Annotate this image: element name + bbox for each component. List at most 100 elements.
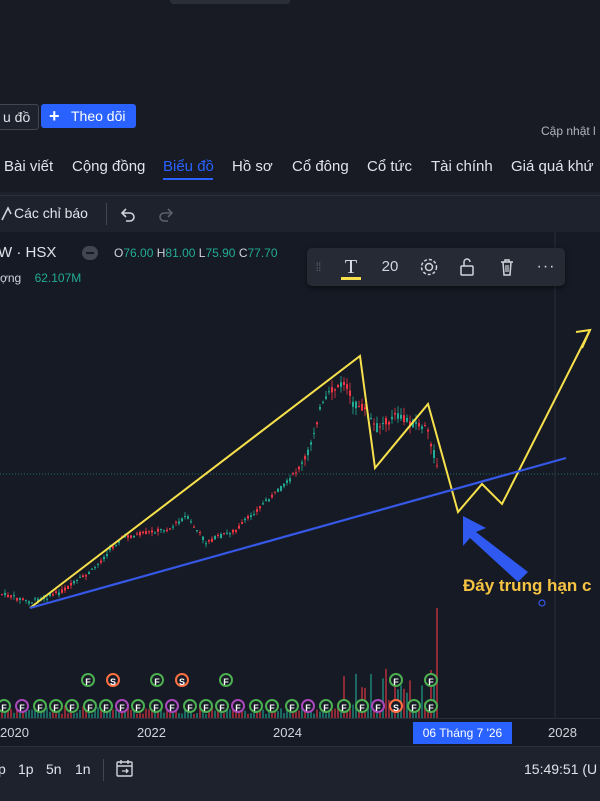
financial-event-icon[interactable]: F: [337, 699, 351, 713]
financial-event-icon[interactable]: F: [285, 699, 299, 713]
tab-history[interactable]: Giá quá khứ: [511, 158, 594, 175]
event-markers: FSFSFFFFFFFFFFFFFFFFFFFFFFFFFFSFF: [0, 670, 450, 718]
financial-event-icon[interactable]: F: [81, 673, 95, 687]
financial-event-icon[interactable]: F: [183, 699, 197, 713]
tab-chart[interactable]: Biểu đồ: [163, 158, 214, 175]
text-icon[interactable]: T: [337, 248, 365, 286]
candle: [322, 401, 324, 403]
candle: [127, 535, 129, 538]
financial-event-icon[interactable]: F: [33, 699, 47, 713]
collapse-icon[interactable]: [82, 246, 98, 260]
redo-icon[interactable]: [158, 205, 176, 223]
price-chart[interactable]: [0, 232, 600, 718]
tab-profile[interactable]: Hồ sơ: [232, 158, 273, 175]
toolbar-divider: [106, 203, 107, 225]
financial-event-icon[interactable]: F: [15, 699, 29, 713]
candle: [64, 587, 66, 591]
split-event-icon[interactable]: S: [175, 673, 189, 687]
candle: [274, 491, 276, 493]
financial-event-icon[interactable]: F: [165, 699, 179, 713]
ohlc-readout: O76.00 H81.00 L75.90 C77.70: [114, 246, 278, 260]
drag-handle-icon[interactable]: ⁞⁞: [311, 248, 325, 286]
candle: [22, 598, 24, 601]
financial-event-icon[interactable]: F: [0, 699, 11, 713]
candle: [133, 535, 135, 538]
candle: [364, 407, 366, 410]
financial-event-icon[interactable]: F: [424, 699, 438, 713]
financial-event-icon[interactable]: F: [371, 699, 385, 713]
candle: [58, 592, 60, 596]
financial-event-icon[interactable]: F: [265, 699, 279, 713]
drawing-handle: [538, 599, 546, 607]
financial-event-icon[interactable]: F: [115, 699, 129, 713]
candle: [394, 413, 396, 415]
tab-shareholders[interactable]: Cổ đông: [292, 158, 349, 175]
financial-event-icon[interactable]: F: [150, 673, 164, 687]
candle: [217, 534, 219, 536]
candle: [370, 418, 372, 420]
range-button[interactable]: 5n: [46, 761, 62, 777]
follow-button[interactable]: + Theo dõi: [41, 104, 136, 128]
financial-event-icon[interactable]: F: [407, 699, 421, 713]
financial-event-icon[interactable]: F: [219, 673, 233, 687]
financial-event-icon[interactable]: F: [215, 699, 229, 713]
candle: [403, 415, 405, 422]
financial-event-icon[interactable]: F: [389, 673, 403, 687]
bottom-bar: p 1p 5n 1n 15:49:51 (U: [0, 746, 600, 801]
financial-event-icon[interactable]: F: [249, 699, 263, 713]
volume-label: ợng: [0, 271, 22, 285]
annotation-text[interactable]: Đáy trung hạn c: [463, 576, 591, 596]
unlock-icon[interactable]: [457, 257, 477, 277]
candle: [223, 533, 225, 535]
candle: [139, 532, 141, 536]
symbol-label[interactable]: W · HSX: [0, 244, 56, 261]
financial-event-icon[interactable]: F: [319, 699, 333, 713]
compare-button[interactable]: u đồ: [0, 104, 40, 130]
financial-event-icon[interactable]: F: [301, 699, 315, 713]
candle: [292, 473, 294, 475]
split-event-icon[interactable]: S: [106, 673, 120, 687]
financial-event-icon[interactable]: F: [65, 699, 79, 713]
tab-community[interactable]: Cộng đồng: [72, 158, 145, 175]
trash-icon[interactable]: [497, 257, 517, 277]
tab-financials[interactable]: Tài chính: [431, 158, 493, 175]
candle: [196, 530, 198, 532]
split-event-icon[interactable]: S: [389, 699, 403, 713]
candle: [430, 443, 432, 447]
financial-event-icon[interactable]: F: [199, 699, 213, 713]
calendar-goto-icon[interactable]: [114, 759, 136, 779]
financial-event-icon[interactable]: F: [131, 699, 145, 713]
range-button[interactable]: p: [0, 761, 6, 777]
financial-event-icon[interactable]: F: [355, 699, 369, 713]
candle: [16, 597, 18, 601]
candle: [229, 533, 231, 535]
financial-event-icon[interactable]: F: [231, 699, 245, 713]
close-key: C: [238, 246, 248, 260]
tab-posts[interactable]: Bài viết: [4, 158, 53, 175]
candle: [256, 509, 258, 512]
tab-dividends[interactable]: Cổ tức: [367, 158, 412, 175]
candle: [286, 480, 288, 483]
financial-event-icon[interactable]: F: [49, 699, 63, 713]
font-size-select[interactable]: 20: [377, 248, 403, 286]
range-button[interactable]: 1n: [75, 761, 91, 777]
candle: [334, 389, 336, 391]
candle: [4, 592, 6, 596]
financial-event-icon[interactable]: F: [424, 673, 438, 687]
candle: [205, 543, 207, 545]
candle: [46, 598, 48, 600]
financial-event-icon[interactable]: F: [99, 699, 113, 713]
chart-canvas[interactable]: [0, 232, 600, 718]
candle: [313, 432, 315, 434]
open-key: O: [114, 246, 124, 260]
gear-icon[interactable]: [419, 257, 439, 277]
undo-icon[interactable]: [118, 205, 136, 223]
more-icon[interactable]: ···: [533, 248, 559, 286]
clock-readout[interactable]: 15:49:51 (U: [524, 761, 597, 777]
indicators-button[interactable]: Các chỉ báo: [14, 205, 88, 221]
candle: [280, 485, 282, 491]
financial-event-icon[interactable]: F: [149, 699, 163, 713]
candle: [349, 390, 351, 396]
financial-event-icon[interactable]: F: [83, 699, 97, 713]
range-button[interactable]: 1p: [18, 761, 34, 777]
